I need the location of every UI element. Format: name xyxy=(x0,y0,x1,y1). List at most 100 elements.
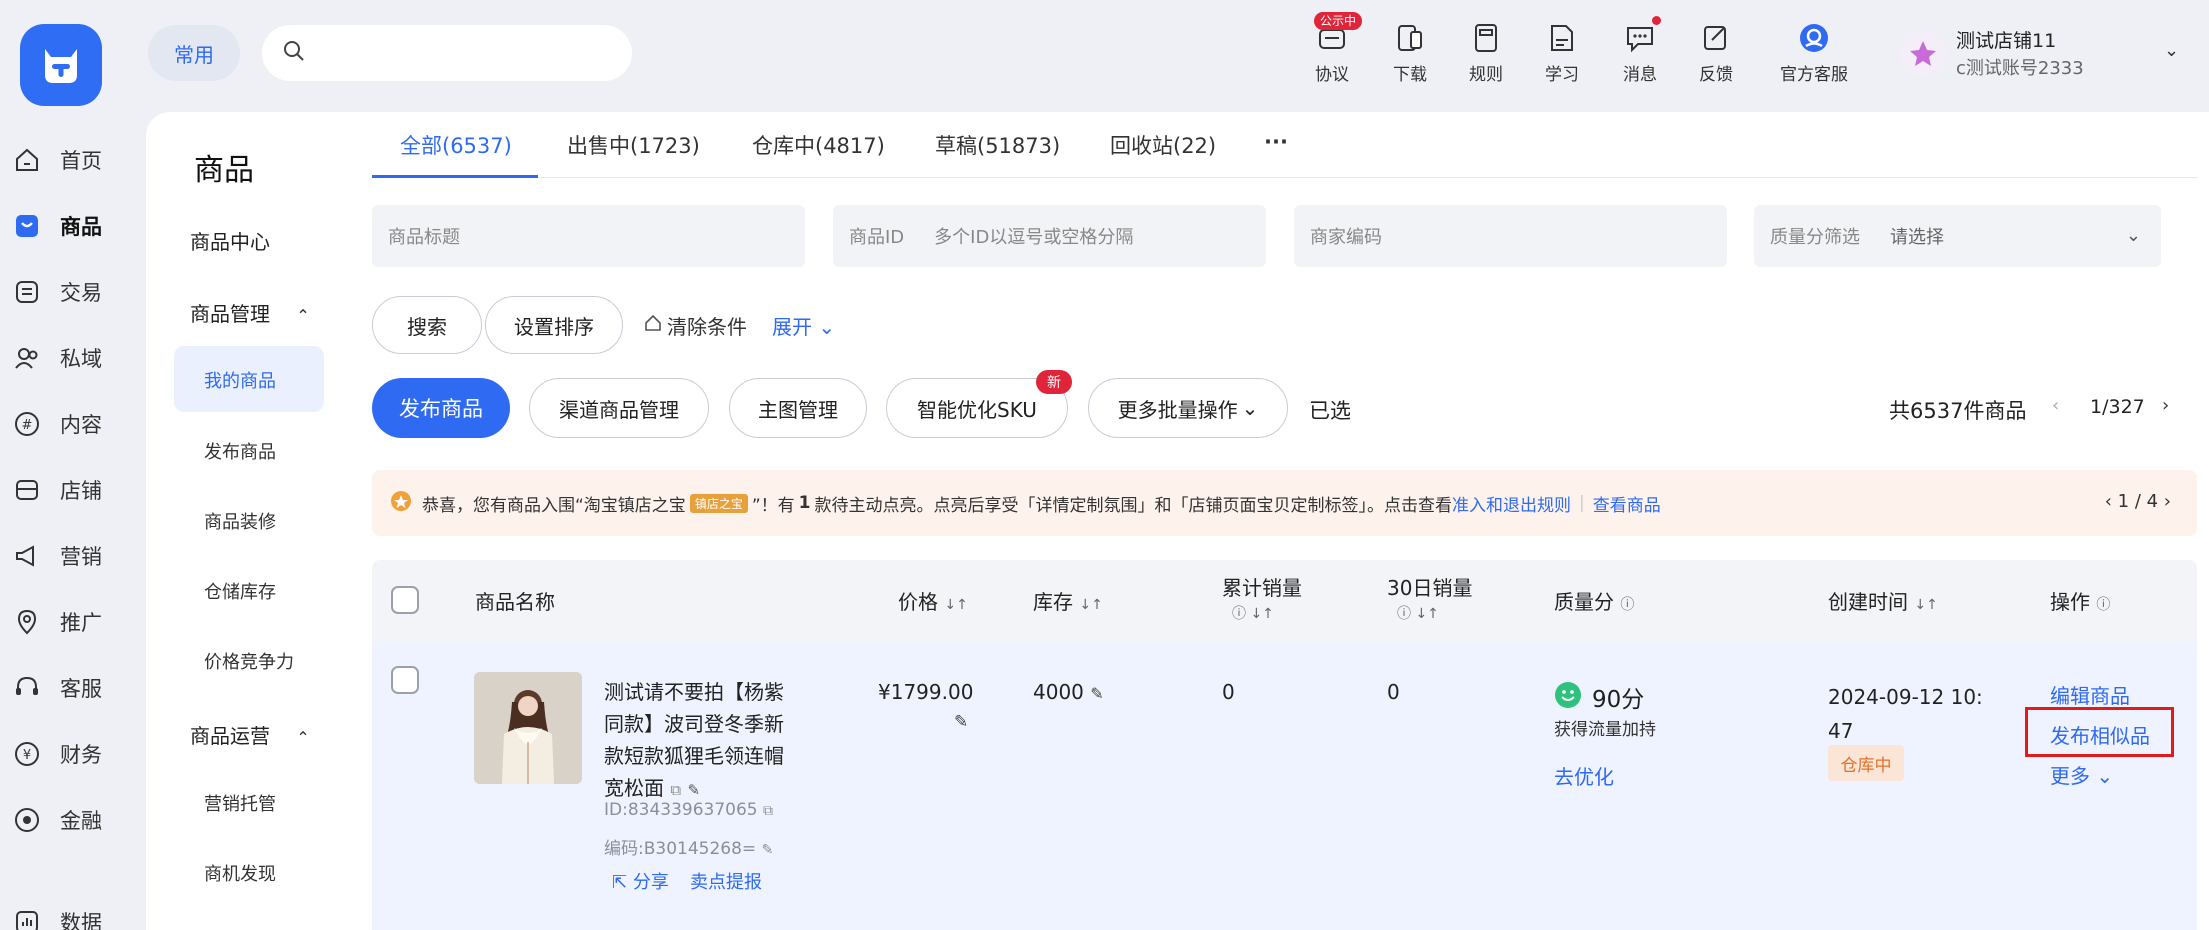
global-search[interactable] xyxy=(262,25,632,81)
edit-product-link[interactable]: 编辑商品 xyxy=(2050,680,2130,709)
rail-item-content[interactable]: # 内容 xyxy=(12,402,142,446)
tab-on-sale[interactable]: 出售中(1723) xyxy=(567,130,700,160)
copy-icon[interactable]: ⧉ xyxy=(670,781,681,799)
subnav-group-product-management[interactable]: 商品管理 ⌃ xyxy=(190,298,310,327)
tool-download[interactable]: 下载 xyxy=(1370,22,1450,90)
tool-protocol[interactable]: 公示中 协议 xyxy=(1292,12,1372,90)
app-logo[interactable] xyxy=(20,24,102,106)
header-price[interactable]: 价格 ↓↑ xyxy=(898,586,968,615)
row-checkbox[interactable] xyxy=(391,666,419,694)
learn-icon xyxy=(1546,22,1578,54)
publish-product-button[interactable]: 发布商品 xyxy=(372,378,510,438)
tool-official-support[interactable]: 官方客服 xyxy=(1764,22,1864,90)
rail-item-marketing[interactable]: 营销 xyxy=(12,534,142,578)
main-image-management-button[interactable]: 主图管理 xyxy=(729,378,867,438)
copy-icon[interactable]: ⧉ xyxy=(763,803,773,819)
prev-page-icon[interactable]: ‹ xyxy=(2052,395,2059,416)
product-title-line-4: 宽松面 xyxy=(604,776,664,800)
header-stock[interactable]: 库存 ↓↑ xyxy=(1033,586,1103,615)
filter-product-title[interactable]: 商品标题 xyxy=(372,205,805,267)
created-time-line-2: 47 xyxy=(1828,719,1854,743)
rail-item-customer-service[interactable]: 客服 xyxy=(12,666,142,710)
optimize-link[interactable]: 去优化 xyxy=(1554,761,1614,790)
product-title[interactable]: 测试请不要拍【杨紫 同款】波司登冬季新 款短款狐狸毛领连帽 宽松面 ⧉ ✎ xyxy=(604,676,784,806)
tool-feedback[interactable]: 反馈 xyxy=(1676,22,1756,90)
filter-quality-score[interactable]: 质量分筛选 请选择 ⌄ xyxy=(1754,205,2161,267)
header-sales-total[interactable]: 累计销量 ⓘ ↓↑ xyxy=(1222,572,1302,623)
tab-recycle-bin[interactable]: 回收站(22) xyxy=(1110,130,1216,160)
subnav-warehouse-stock[interactable]: 仓储库存 xyxy=(204,578,276,604)
rail-item-store[interactable]: 店铺 xyxy=(12,468,142,512)
tool-learn[interactable]: 学习 xyxy=(1522,22,1602,90)
subnav-marketing-hosting[interactable]: 营销托管 xyxy=(204,790,276,816)
subnav-publish-product[interactable]: 发布商品 xyxy=(204,438,276,464)
rail-item-promotion[interactable]: 推广 xyxy=(12,600,142,644)
message-unread-dot xyxy=(1652,16,1661,25)
new-badge: 新 xyxy=(1036,370,1072,394)
notice-tag: 镇店之宝 xyxy=(689,493,748,513)
clear-conditions-button[interactable]: 清除条件 xyxy=(643,311,747,340)
subnav-my-products[interactable]: 我的商品 xyxy=(204,367,276,393)
filter-merchant-code[interactable]: 商家编码 xyxy=(1294,205,1727,267)
header-created-time[interactable]: 创建时间 ↓↑ xyxy=(1828,586,1938,615)
quality-score: 90分 xyxy=(1554,680,1644,714)
rail-item-product[interactable]: 商品 xyxy=(12,204,142,248)
rail-item-trade[interactable]: 交易 xyxy=(12,270,142,314)
total-count: 共6537件商品 xyxy=(1889,399,2027,423)
home-icon xyxy=(12,145,42,175)
header-price-label: 价格 xyxy=(898,590,938,614)
chevron-right-icon[interactable]: › xyxy=(2158,491,2171,512)
select-all-checkbox[interactable] xyxy=(391,586,419,614)
rail-item-loan[interactable]: 金融 xyxy=(12,798,142,842)
store-name: 测试店铺11 xyxy=(1956,30,2057,52)
tool-rules[interactable]: 规则 xyxy=(1446,22,1526,90)
rail-item-private-domain[interactable]: 私域 xyxy=(12,336,142,380)
filter-product-id-placeholder: 多个ID以逗号或空格分隔 xyxy=(934,227,1134,248)
tab-draft[interactable]: 草稿(51873) xyxy=(935,130,1060,160)
account-menu[interactable]: 测试店铺11 c测试账号2333 ⌄ xyxy=(1900,24,2200,82)
tool-message[interactable]: 消息 xyxy=(1600,16,1680,90)
header-sales-30d-label: 30日销量 xyxy=(1387,576,1473,600)
account-name: c测试账号2333 xyxy=(1956,58,2084,79)
rail-item-home[interactable]: 首页 xyxy=(12,138,142,182)
sort-settings-button[interactable]: 设置排序 xyxy=(485,296,623,354)
product-thumbnail[interactable] xyxy=(474,672,582,784)
filter-product-id[interactable]: 商品ID 多个ID以逗号或空格分隔 xyxy=(833,205,1266,267)
more-ops-link[interactable]: 更多 ⌄ xyxy=(2050,760,2113,789)
subnav-product-center[interactable]: 商品中心 xyxy=(190,226,270,255)
batch-operations-button[interactable]: 更多批量操作 ⌄ xyxy=(1088,378,1288,438)
edit-icon[interactable]: ✎ xyxy=(762,842,774,858)
subnav-product-decoration[interactable]: 商品装修 xyxy=(204,508,276,534)
rail-item-finance[interactable]: ¥ 财务 xyxy=(12,732,142,776)
edit-icon[interactable]: ✎ xyxy=(687,781,700,799)
help-icon[interactable]: ⓘ xyxy=(2096,597,2110,613)
subnav-group-product-operation[interactable]: 商品运营 ⌃ xyxy=(190,720,310,749)
channel-product-management-button[interactable]: 渠道商品管理 xyxy=(529,378,709,438)
rail-item-data[interactable]: 数据 xyxy=(12,900,142,930)
search-button[interactable]: 搜索 xyxy=(372,296,482,354)
notice-view-products-link[interactable]: 查看商品 xyxy=(1593,491,1661,516)
next-page-icon[interactable]: › xyxy=(2162,395,2169,416)
edit-price-icon[interactable]: ✎ xyxy=(954,712,968,732)
expand-filters-button[interactable]: 展开 ⌄ xyxy=(772,311,835,340)
subnav-price-competitiveness[interactable]: 价格竞争力 xyxy=(204,648,294,674)
batch-operations-label: 更多批量操作 xyxy=(1117,397,1238,422)
smile-icon xyxy=(1554,681,1582,713)
notice-pager[interactable]: ‹ 1 / 4 › xyxy=(2105,491,2171,512)
edit-stock-icon[interactable]: ✎ xyxy=(1090,684,1103,703)
help-icon[interactable]: ⓘ xyxy=(1620,597,1634,613)
notice-rules-link[interactable]: 准入和退出规则 xyxy=(1452,491,1571,516)
search-input[interactable] xyxy=(314,33,614,73)
subnav-opportunity-discovery[interactable]: 商机发现 xyxy=(204,860,276,886)
chevron-left-icon[interactable]: ‹ xyxy=(2105,491,2118,512)
subnav-group-product-operation-label: 商品运营 xyxy=(190,724,270,748)
tab-in-warehouse[interactable]: 仓库中(4817) xyxy=(752,130,885,160)
common-shortcut-button[interactable]: 常用 xyxy=(148,25,240,81)
selling-point-button[interactable]: 卖点提报 xyxy=(690,868,762,894)
tab-all[interactable]: 全部(6537) xyxy=(400,130,512,160)
tool-rules-label: 规则 xyxy=(1469,65,1503,85)
share-button[interactable]: ⇱ 分享 xyxy=(612,868,669,894)
notice-text-1: 恭喜，您有商品入围“淘宝镇店之宝 xyxy=(422,495,686,516)
header-sales-30d[interactable]: 30日销量 ⓘ ↓↑ xyxy=(1387,572,1472,623)
tab-more[interactable]: ··· xyxy=(1264,130,1288,154)
